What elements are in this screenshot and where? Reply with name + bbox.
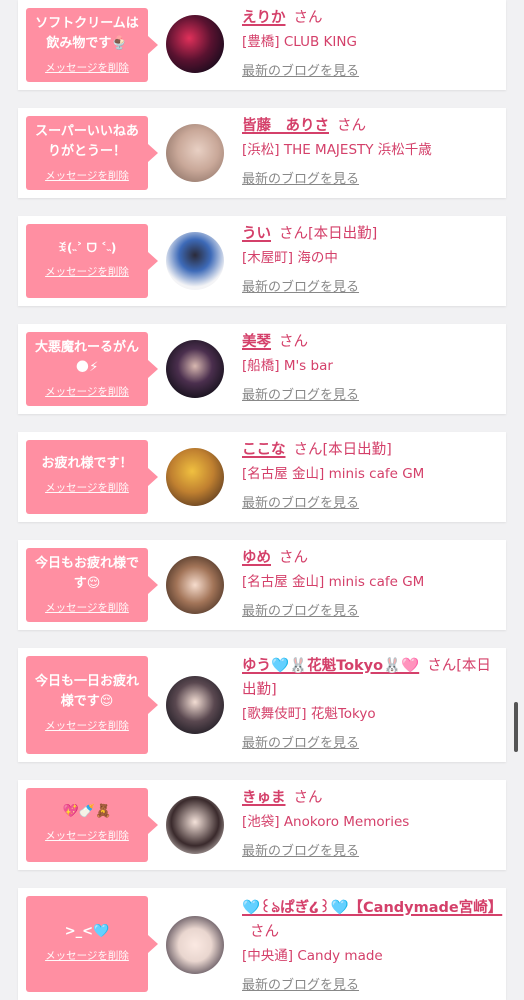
avatar[interactable] (166, 556, 224, 614)
status-badge: [本日出勤] (322, 442, 392, 458)
latest-blog-link[interactable]: 最新のブログを見る (242, 976, 359, 996)
delete-message-link[interactable]: メッセージを削除 (45, 480, 129, 495)
user-info: ゆめ さん [名古屋 金山] minis cafe GM 最新のブログを見る (242, 546, 504, 622)
message-text: 今日もお疲れ様です😌 (34, 556, 139, 591)
shop-name: [池袋] Anokoro Memories (242, 814, 410, 830)
message-card: スーパーいいねありがとうー！ メッセージを削除 皆藤 ありさ さん [浜松] TH… (18, 108, 506, 198)
user-info: ゆう🩵🐰花魁Tokyo🐰🩷 さん[本日出勤] [歌舞伎町] 花魁Tokyo 最新の… (242, 654, 504, 754)
user-name-link[interactable]: 美琴 (242, 334, 271, 350)
message-bubble: ソフトクリームは飲み物です🍨 メッセージを削除 (26, 8, 158, 82)
avatar[interactable] (166, 676, 224, 734)
avatar[interactable] (166, 15, 224, 73)
delete-message-link[interactable]: メッセージを削除 (45, 384, 129, 399)
user-info: うい さん[本日出勤] [木屋町] 海の中 最新のブログを見る (242, 222, 504, 298)
user-name-link[interactable]: えりか (242, 10, 286, 26)
user-name-link[interactable]: きゅま (242, 790, 286, 806)
latest-blog-link[interactable]: 最新のブログを見る (242, 494, 359, 514)
honorific: さん (279, 334, 308, 350)
message-bubble: ꉂ(˵˃ ᗜ ˂˵) メッセージを削除 (26, 224, 158, 298)
latest-blog-link[interactable]: 最新のブログを見る (242, 386, 359, 406)
user-name-link[interactable]: ここな (242, 442, 286, 458)
user-name-link[interactable]: ゆう🩵🐰花魁Tokyo🐰🩷 (242, 658, 419, 674)
honorific: さん (250, 924, 279, 940)
latest-blog-link[interactable]: 最新のブログを見る (242, 734, 359, 754)
honorific: さん (337, 118, 366, 134)
scrollbar[interactable] (514, 702, 518, 752)
delete-message-link[interactable]: メッセージを削除 (45, 828, 129, 843)
message-bubble: 💖🍼🧸 メッセージを削除 (26, 788, 158, 862)
honorific: さん (279, 226, 308, 242)
message-bubble: 今日もお疲れ様です😌 メッセージを削除 (26, 548, 158, 622)
shop-name: [木屋町] 海の中 (242, 250, 338, 266)
message-bubble: 大悪魔れーるがん🌑⚡ メッセージを削除 (26, 332, 158, 406)
status-badge: [本日出勤] (308, 226, 378, 242)
message-card: お疲れ様です！ メッセージを削除 ここな さん[本日出勤] [名古屋 金山] mi… (18, 432, 506, 522)
message-text: お疲れ様です！ (41, 456, 133, 471)
avatar[interactable] (166, 916, 224, 974)
message-text: 💖🍼🧸 (62, 804, 112, 819)
user-name-link[interactable]: 皆藤 ありさ (242, 118, 329, 134)
shop-name: [船橋] M's bar (242, 358, 333, 374)
shop-name: [中央通] Candy made (242, 948, 383, 964)
message-card: 今日も一日お疲れ様です😌 メッセージを削除 ゆう🩵🐰花魁Tokyo🐰🩷 さん[本日… (18, 648, 506, 762)
delete-message-link[interactable]: メッセージを削除 (45, 264, 129, 279)
avatar[interactable] (166, 796, 224, 854)
message-text: 今日も一日お疲れ様です😌 (34, 674, 139, 709)
avatar[interactable] (166, 448, 224, 506)
delete-message-link[interactable]: メッセージを削除 (45, 60, 129, 75)
shop-name: [名古屋 金山] minis cafe GM (242, 466, 425, 482)
honorific: さん (427, 658, 457, 674)
user-name-link[interactable]: ゆめ (242, 550, 271, 566)
avatar[interactable] (166, 232, 224, 290)
message-text: ꉂ(˵˃ ᗜ ˂˵) (57, 241, 117, 255)
user-info: ここな さん[本日出勤] [名古屋 金山] minis cafe GM 最新のブロ… (242, 438, 504, 514)
message-bubble: >_<🩵 メッセージを削除 (26, 896, 158, 992)
user-info: えりか さん [豊橋] CLUB KING 最新のブログを見る (242, 6, 504, 82)
message-bubble: スーパーいいねありがとうー！ メッセージを削除 (26, 116, 158, 190)
honorific: さん (279, 550, 308, 566)
message-text: 大悪魔れーるがん🌑⚡ (34, 340, 139, 375)
user-info: 🩵꒰ঌぱぎ໒꒱🩵【Candymade宮崎】さん [中央通] Candy made… (242, 896, 504, 996)
shop-name: [名古屋 金山] minis cafe GM (242, 574, 425, 590)
latest-blog-link[interactable]: 最新のブログを見る (242, 842, 359, 862)
message-card: ꉂ(˵˃ ᗜ ˂˵) メッセージを削除 うい さん[本日出勤] [木屋町] 海の中… (18, 216, 506, 306)
delete-message-link[interactable]: メッセージを削除 (45, 948, 129, 963)
message-card: 💖🍼🧸 メッセージを削除 きゅま さん [池袋] Anokoro Memories… (18, 780, 506, 870)
shop-name: [歌舞伎町] 花魁Tokyo (242, 706, 376, 722)
avatar[interactable] (166, 340, 224, 398)
message-card: ソフトクリームは飲み物です🍨 メッセージを削除 えりか さん [豊橋] CLUB … (18, 0, 506, 90)
delete-message-link[interactable]: メッセージを削除 (45, 600, 129, 615)
avatar[interactable] (166, 124, 224, 182)
delete-message-link[interactable]: メッセージを削除 (45, 718, 129, 733)
honorific: さん (293, 10, 323, 26)
latest-blog-link[interactable]: 最新のブログを見る (242, 62, 359, 82)
message-text: ソフトクリームは飲み物です🍨 (35, 16, 139, 51)
message-card: >_<🩵 メッセージを削除 🩵꒰ঌぱぎ໒꒱🩵【Candymade宮崎】さん [中… (18, 888, 506, 1000)
shop-name: [豊橋] CLUB KING (242, 34, 357, 50)
user-name-link[interactable]: 🩵꒰ঌぱぎ໒꒱🩵【Candymade宮崎】 (242, 900, 502, 916)
delete-message-link[interactable]: メッセージを削除 (45, 168, 129, 183)
message-bubble: お疲れ様です！ メッセージを削除 (26, 440, 158, 514)
user-info: きゅま さん [池袋] Anokoro Memories 最新のブログを見る (242, 786, 504, 862)
honorific: さん (293, 790, 323, 806)
latest-blog-link[interactable]: 最新のブログを見る (242, 170, 359, 190)
message-text: >_<🩵 (64, 924, 110, 939)
message-bubble: 今日も一日お疲れ様です😌 メッセージを削除 (26, 656, 158, 754)
user-info: 美琴 さん [船橋] M's bar 最新のブログを見る (242, 330, 504, 406)
message-card: 今日もお疲れ様です😌 メッセージを削除 ゆめ さん [名古屋 金山] minis … (18, 540, 506, 630)
user-info: 皆藤 ありさ さん [浜松] THE MAJESTY 浜松千歳 最新のブログを見る (242, 114, 504, 190)
message-text: スーパーいいねありがとうー！ (35, 124, 139, 159)
latest-blog-link[interactable]: 最新のブログを見る (242, 602, 359, 622)
user-name-link[interactable]: うい (242, 226, 271, 242)
shop-name: [浜松] THE MAJESTY 浜松千歳 (242, 142, 432, 158)
honorific: さん (293, 442, 323, 458)
latest-blog-link[interactable]: 最新のブログを見る (242, 278, 359, 298)
message-card: 大悪魔れーるがん🌑⚡ メッセージを削除 美琴 さん [船橋] M's bar 最新… (18, 324, 506, 414)
